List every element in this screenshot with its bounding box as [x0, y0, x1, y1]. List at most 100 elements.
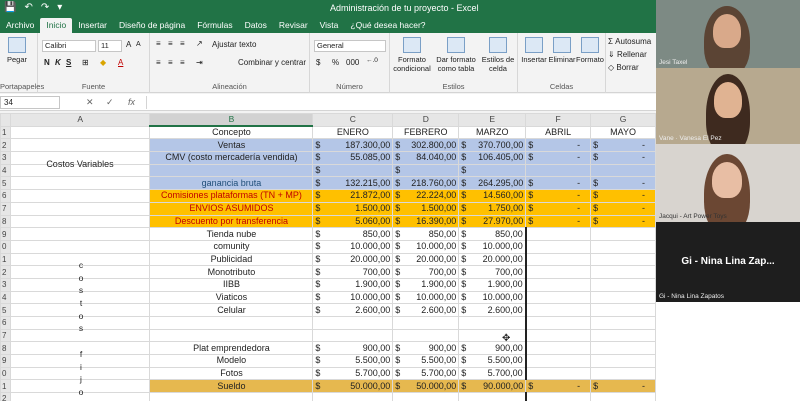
cell-value[interactable]: $10.000,00 — [458, 239, 527, 254]
cell-value[interactable]: $2.600,00 — [392, 303, 460, 317]
cell-a[interactable] — [9, 239, 151, 254]
align-middle-icon[interactable]: ≡ — [168, 39, 173, 48]
cell-value[interactable] — [524, 227, 592, 241]
cell-value[interactable]: $14.560,00 — [458, 189, 527, 203]
row-header[interactable]: 2 — [0, 392, 11, 401]
row-header[interactable]: 2 — [0, 265, 11, 279]
cell-month-header[interactable]: FEBRERO — [392, 125, 460, 140]
cell-value[interactable] — [590, 265, 656, 279]
number-format-select[interactable]: General — [314, 40, 386, 52]
row-header[interactable]: 9 — [0, 227, 11, 241]
cell-value[interactable]: $ - — [590, 379, 656, 394]
cell-value[interactable]: $5.700,00 — [312, 366, 394, 381]
cell-value[interactable] — [458, 328, 527, 343]
select-all[interactable] — [0, 113, 11, 127]
font-name-select[interactable]: Calibri — [42, 40, 96, 52]
participant-tile-3[interactable]: Jacqui - Art Power Toys — [656, 144, 800, 222]
tell-me-search[interactable]: ¿Qué desea hacer? — [344, 18, 431, 33]
clear-button[interactable]: ◇ Borrar — [608, 63, 639, 72]
cell-value[interactable] — [524, 341, 592, 356]
row-header[interactable]: 4 — [0, 290, 11, 305]
cell-value[interactable]: $16.390,00 — [392, 214, 460, 229]
cell-concepto[interactable]: CMV (costo mercadería vendida) — [149, 151, 314, 165]
cell-concepto[interactable]: Modelo — [149, 354, 314, 368]
row-header[interactable]: 4 — [0, 163, 11, 178]
cell-value[interactable]: $850,00 — [392, 227, 460, 241]
cell-value[interactable] — [524, 277, 592, 292]
cell-value[interactable] — [524, 290, 592, 305]
cell-concepto[interactable] — [149, 328, 314, 343]
cell-a[interactable] — [9, 189, 151, 203]
merge-center-button[interactable]: Combinar y centrar — [238, 58, 306, 67]
shrink-font-icon[interactable]: A — [136, 41, 141, 48]
cell-value[interactable]: $ - — [525, 189, 592, 203]
cell-value[interactable]: $ - — [525, 151, 592, 165]
cell-value[interactable] — [524, 392, 592, 401]
cell-value[interactable]: $55.085,00 — [312, 151, 394, 165]
cell-value[interactable] — [590, 354, 656, 368]
column-header-d[interactable]: D — [392, 113, 460, 127]
cell-value[interactable]: $ - — [590, 176, 656, 191]
conditional-format-button[interactable]: Formato condicional — [392, 37, 432, 73]
cell-value[interactable]: $10.000,00 — [392, 239, 460, 254]
tab-datos[interactable]: Datos — [239, 18, 273, 33]
cell-value[interactable]: $132.215,00 — [312, 176, 394, 191]
cell-value[interactable]: $90.000,00 — [458, 379, 527, 394]
cell-value[interactable]: $900,00 — [392, 341, 460, 356]
cell-value[interactable]: $20.000,00 — [458, 252, 527, 267]
grow-font-icon[interactable]: A — [126, 40, 131, 49]
cell-concepto[interactable]: Fotos — [149, 366, 314, 381]
cell-value[interactable]: $218.760,00 — [392, 176, 460, 191]
tab-insertar[interactable]: Insertar — [72, 18, 113, 33]
cell-value[interactable]: $ — [312, 163, 394, 178]
align-bottom-icon[interactable]: ≡ — [180, 39, 185, 48]
borders-icon[interactable]: ⊞ — [82, 58, 89, 67]
fill-button[interactable]: ⇓ Rellenar — [608, 50, 647, 59]
cell-value[interactable]: $5.500,00 — [392, 354, 460, 368]
column-header-b[interactable]: B — [149, 113, 314, 128]
tab-archivo[interactable]: Archivo — [0, 18, 40, 33]
cell-value[interactable] — [590, 392, 656, 401]
cell-a[interactable] — [9, 201, 151, 216]
cell-value[interactable] — [590, 366, 656, 381]
cell-value[interactable]: $1.900,00 — [392, 277, 460, 292]
tab-vista[interactable]: Vista — [314, 18, 345, 33]
cell-value[interactable] — [524, 252, 592, 267]
autosum-button[interactable]: Σ Autosuma — [608, 37, 651, 46]
cell-value[interactable] — [590, 163, 656, 178]
row-header[interactable]: 0 — [0, 239, 11, 254]
cell-value[interactable]: $50.000,00 — [312, 379, 394, 394]
cell-value[interactable]: $ - — [525, 138, 592, 153]
cell-concepto[interactable]: Sueldo — [149, 379, 314, 394]
tab-formulas[interactable]: Fórmulas — [191, 18, 238, 33]
cell-value[interactable] — [590, 328, 656, 343]
cell-value[interactable]: $700,00 — [312, 265, 394, 279]
cell-value[interactable] — [590, 341, 656, 356]
cell-styles-button[interactable]: Estilos de celda — [480, 37, 516, 73]
cell-value[interactable] — [590, 303, 656, 317]
font-color-icon[interactable]: A — [118, 58, 123, 67]
cell-month-header[interactable]: ABRIL — [525, 125, 592, 140]
align-center-icon[interactable]: ≡ — [168, 58, 173, 67]
cell-value[interactable]: $ - — [525, 176, 592, 191]
row-header[interactable]: 8 — [0, 214, 11, 229]
row-header[interactable]: 6 — [0, 189, 11, 203]
wrap-text-button[interactable]: Ajustar texto — [212, 40, 256, 49]
row-header[interactable]: 1 — [0, 125, 11, 140]
cell-value[interactable]: $10.000,00 — [458, 290, 527, 305]
increase-decimal-icon[interactable]: ←.0 — [366, 57, 378, 64]
cell-value[interactable] — [524, 328, 592, 343]
cell-month-header[interactable]: MARZO — [458, 125, 527, 140]
font-size-select[interactable]: 11 — [98, 40, 122, 52]
cell-concepto[interactable]: Viaticos — [149, 290, 314, 305]
row-header[interactable]: 5 — [0, 176, 11, 191]
cell-concepto[interactable]: Plat emprendedora — [149, 341, 314, 356]
participant-tile-2[interactable]: Vane · Vanesa El Pez — [656, 68, 800, 144]
cell-concepto[interactable]: Monotributo — [149, 265, 314, 279]
cell-value[interactable]: $10.000,00 — [392, 290, 460, 305]
cell-value[interactable]: $700,00 — [392, 265, 460, 279]
customize-qat-icon[interactable]: ▾ — [57, 2, 62, 13]
cell-value[interactable]: $5.060,00 — [312, 214, 394, 229]
cell-value[interactable]: $ - — [590, 138, 656, 153]
cell-value[interactable]: $5.700,00 — [458, 366, 527, 381]
